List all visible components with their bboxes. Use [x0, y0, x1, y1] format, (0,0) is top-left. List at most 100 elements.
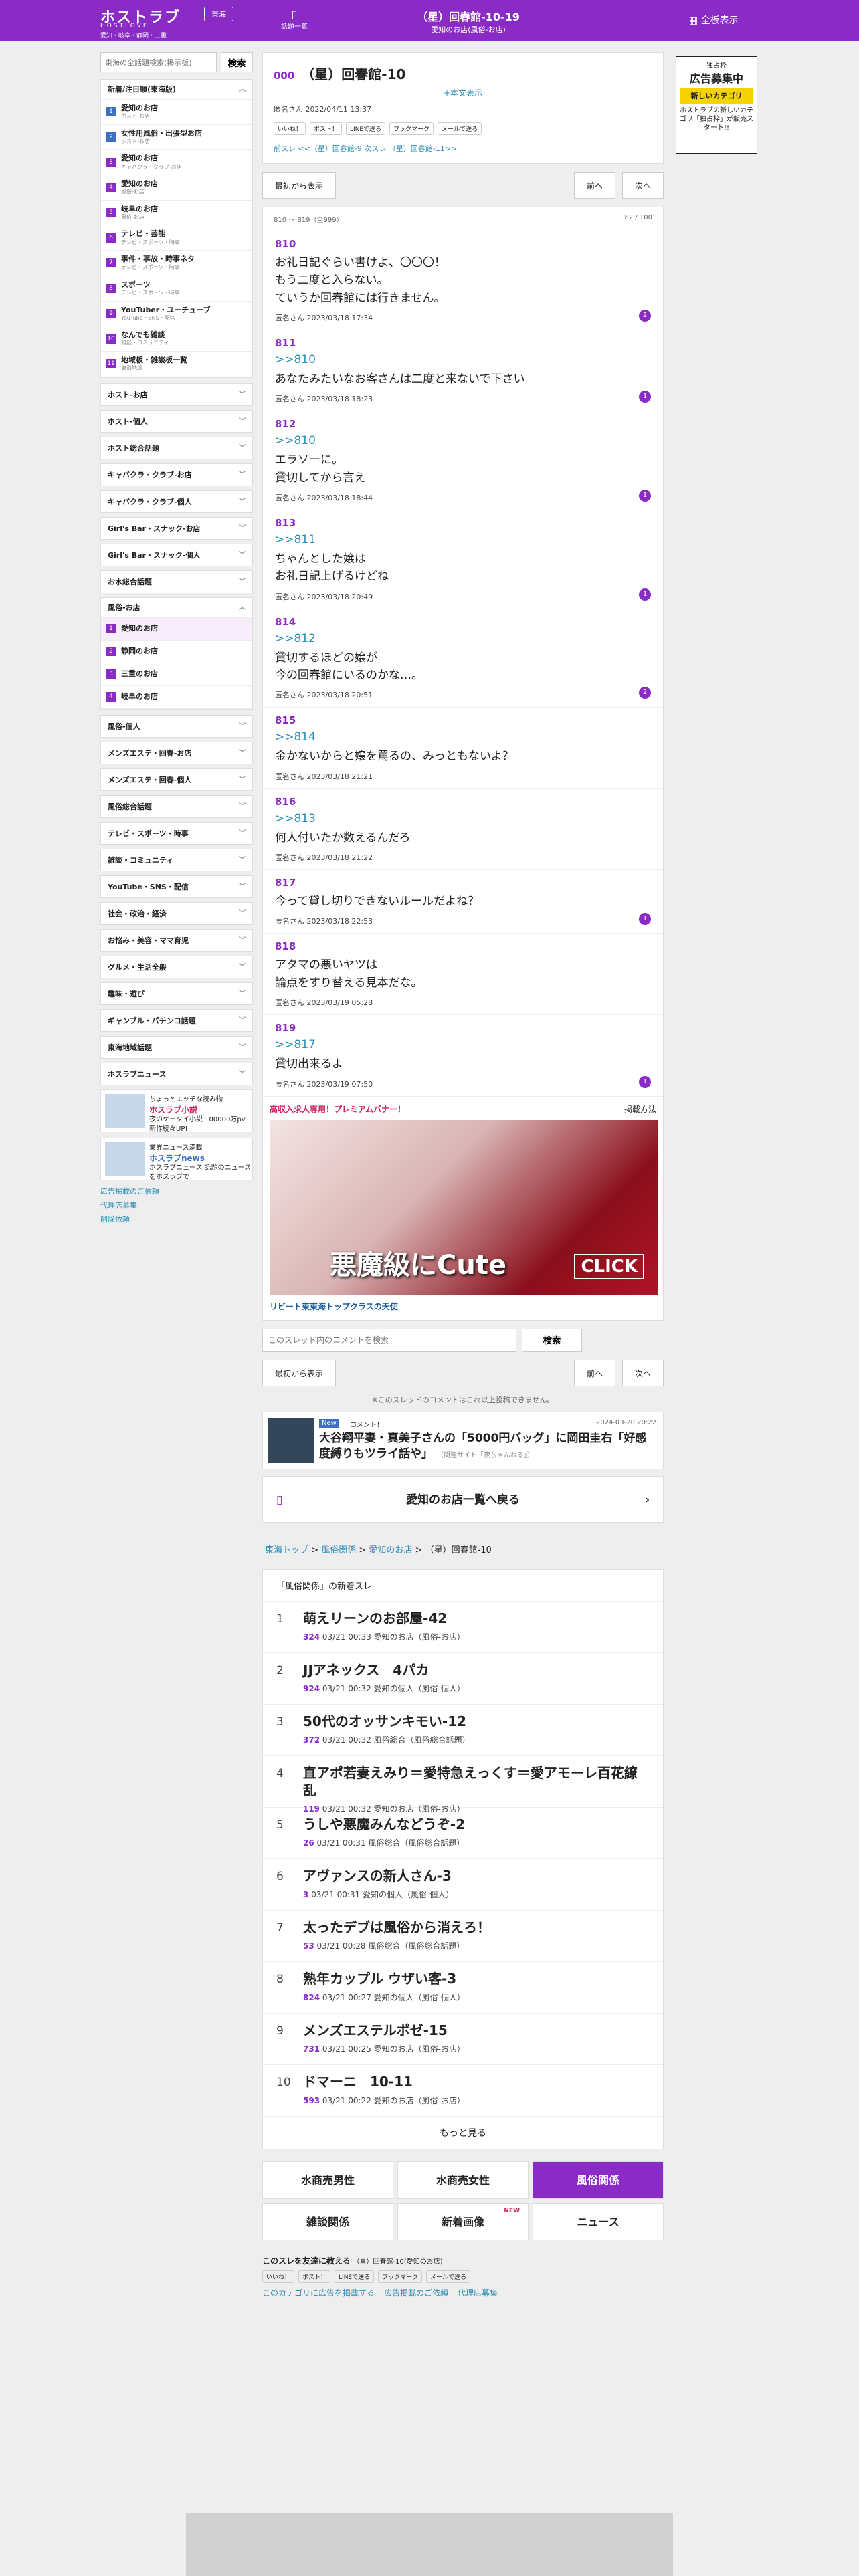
reply-count-badge[interactable]: 1: [639, 588, 651, 601]
share-button[interactable]: ブックマーク: [378, 2270, 423, 2283]
share-button[interactable]: ブックマーク: [389, 122, 434, 135]
premium-banner[interactable]: 高収入求人専用！プレミアムバナー！ 掲載方法 悪魔級にCute CLICK リビー…: [263, 1097, 663, 1320]
category-tab[interactable]: 水商売女性: [397, 2161, 529, 2199]
sidebar-item[interactable]: 1 愛知のお店: [101, 617, 252, 641]
breadcrumb-top[interactable]: 東海トップ: [265, 1545, 308, 1555]
share-button[interactable]: メールで送る: [426, 2270, 471, 2283]
sidebar-category[interactable]: ホスト総合話題 ﹀: [100, 436, 253, 459]
list-item[interactable]: 5 うしや悪魔みんなどうぞ-2 26 03/21 00:31 風俗総合（風俗総合話題…: [263, 1808, 663, 1859]
sidebar-link[interactable]: 削除依頼: [100, 1214, 253, 1224]
post-anchor[interactable]: >>814: [275, 730, 651, 744]
next-button-bottom[interactable]: 次へ: [622, 1359, 664, 1386]
sidebar-category[interactable]: キャバクラ・クラブ-お店 ﹀: [100, 463, 253, 486]
category-tab[interactable]: 水商売男性: [262, 2161, 393, 2199]
sidebar-category[interactable]: Girl's Bar・スナック-個人 ﹀: [100, 543, 253, 566]
prev-button[interactable]: 前へ: [573, 172, 615, 199]
post-number[interactable]: 814: [275, 616, 651, 628]
sidebar-category[interactable]: お水総合話題 ﹀: [100, 570, 253, 593]
list-item[interactable]: 3 50代のオッサンキモい-12 372 03/21 00:32 風俗総合（風俗総合…: [263, 1705, 663, 1756]
sidebar-item[interactable]: 9 YouTuber・ユーチューブ YouTube・SNS・配信: [101, 302, 252, 327]
trending-head[interactable]: 新着/注目順(東海版) ︿: [101, 80, 252, 100]
breadcrumb-cat[interactable]: 風俗関係: [321, 1545, 356, 1555]
sidebar-item[interactable]: 11 地域板・雑談板一覧 東海地域: [101, 352, 252, 377]
breadcrumb-board[interactable]: 愛知のお店: [369, 1545, 412, 1555]
sidebar-category[interactable]: テレビ・スポーツ・時事 ﹀: [100, 821, 253, 845]
sidebar-link[interactable]: 広告掲載のご依頼: [100, 1186, 253, 1196]
post-number[interactable]: 819: [275, 1022, 651, 1034]
premium-caption[interactable]: リビート東東海トップクラスの天使: [270, 1301, 656, 1312]
sidebar-item[interactable]: 4 愛知のお店 風俗-お店: [101, 175, 252, 201]
sidebar-category[interactable]: YouTube・SNS・配信 ﹀: [100, 875, 253, 898]
sidebar-category[interactable]: メンズエステ・回春-お店 ﹀: [100, 741, 253, 764]
fuzoku-head[interactable]: 風俗-お店 ︿: [101, 598, 252, 618]
post-anchor[interactable]: >>810: [275, 353, 651, 366]
list-item[interactable]: 2 JJアネックス 4パカ 924 03/21 00:32 愛知の個人（風俗-個人）: [263, 1653, 663, 1705]
back-to-list-button[interactable]: ▯ 愛知のお店一覧へ戻る ›: [262, 1475, 664, 1523]
sidebar-category[interactable]: 雑談・コミュニティ ﹀: [100, 848, 253, 871]
share-button[interactable]: ポスト！: [310, 122, 343, 135]
category-tab[interactable]: 風俗関係: [533, 2161, 664, 2199]
first-button-bottom[interactable]: 最初から表示: [262, 1359, 337, 1386]
sidebar-category[interactable]: 風俗総合話題 ﹀: [100, 794, 253, 818]
share-button[interactable]: いいね！: [274, 122, 306, 135]
list-item[interactable]: 7 太ったデブは風俗から消えろ！ 53 03/21 00:28 風俗総合（風俗総合話…: [263, 1911, 663, 1962]
post-number[interactable]: 810: [275, 238, 651, 250]
bottom-link[interactable]: このカテゴリに広告を掲載する: [262, 2288, 375, 2298]
prev-button-bottom[interactable]: 前へ: [573, 1359, 615, 1386]
sidebar-item[interactable]: 4 岐阜のお店: [101, 686, 252, 709]
share-button[interactable]: LINEで送る: [335, 2270, 375, 2283]
news-item[interactable]: New コメント！ 2024-03-20 20:22 大谷翔平妻・真美子さんの「…: [262, 1411, 664, 1469]
howto-link[interactable]: 掲載方法: [624, 1103, 656, 1115]
comment-search-input[interactable]: [262, 1328, 516, 1352]
bottom-link[interactable]: 広告掲載のご依頼: [384, 2288, 448, 2298]
sidebar-category[interactable]: 風俗-個人 ﹀: [100, 714, 253, 738]
share-button[interactable]: LINEで送る: [346, 122, 386, 135]
next-button[interactable]: 次へ: [622, 172, 664, 199]
sidebar-category[interactable]: グルメ・生活全般 ﹀: [100, 955, 253, 978]
premium-image[interactable]: 悪魔級にCute CLICK: [270, 1119, 658, 1295]
list-item[interactable]: 1 萌えリーンのお部屋-42 324 03/21 00:33 愛知のお店（風俗-お店…: [263, 1602, 663, 1653]
post-number[interactable]: 818: [275, 940, 651, 952]
reply-count-badge[interactable]: 1: [639, 490, 651, 502]
reply-count-badge[interactable]: 2: [639, 310, 651, 322]
sidebar-item[interactable]: 7 事件・事故・時事ネタ テレビ・スポーツ・時事: [101, 251, 252, 276]
sidebar-category[interactable]: 東海地域話題 ﹀: [100, 1035, 253, 1059]
post-number[interactable]: 811: [275, 337, 651, 349]
sidebar-item[interactable]: 1 愛知のお店 ホスト-お店: [101, 100, 252, 125]
first-button[interactable]: 最初から表示: [262, 172, 337, 199]
category-tab[interactable]: 新着画像 NEW: [397, 2202, 529, 2240]
sidebar-item[interactable]: 5 岐阜のお店 風俗-お店: [101, 201, 252, 226]
list-item[interactable]: 9 メンズエステルポゼ-15 731 03/21 00:25 愛知のお店（風俗-お店…: [263, 2014, 663, 2065]
sidebar-category[interactable]: ホスト-個人 ﹀: [100, 409, 253, 433]
all-boards-button[interactable]: ▦ 全板表示: [689, 13, 739, 27]
post-number[interactable]: 816: [275, 796, 651, 808]
region-button[interactable]: 東海: [204, 7, 233, 21]
sidebar-category[interactable]: ホスト-お店 ﹀: [100, 383, 253, 406]
news-banner[interactable]: 業界ニュース満載 ホスラブnews ホスラブニュース 話題のニュースをホスラブで: [100, 1137, 253, 1181]
sidebar-category[interactable]: お悩み・美容・ママ育児 ﹀: [100, 928, 253, 952]
thread-list-button[interactable]: ▯ 話題一覧: [274, 8, 314, 31]
sidebar-item[interactable]: 10 なんでも雑談 雑談・コミュニティ: [101, 326, 252, 352]
post-number[interactable]: 815: [275, 714, 651, 726]
post-anchor[interactable]: >>817: [275, 1038, 651, 1051]
global-search-button[interactable]: 検索: [221, 52, 253, 72]
post-number[interactable]: 813: [275, 517, 651, 529]
ad-right[interactable]: 独占枠 広告募集中 新しいカテゴリ ホストラブの新しいカテゴリ「独占枠」が販売ス…: [676, 56, 757, 154]
prev-next-thread[interactable]: 前スレ <<（星）回春館-9 次スレ （星）回春館-11>>: [263, 138, 663, 163]
share-button[interactable]: メールで送る: [438, 122, 482, 135]
share-button[interactable]: ポスト！: [298, 2270, 331, 2283]
category-tab[interactable]: ニュース: [533, 2202, 664, 2240]
sidebar-category[interactable]: 趣味・遊び ﹀: [100, 982, 253, 1005]
sidebar-category[interactable]: 社会・政治・経済 ﹀: [100, 901, 253, 925]
sidebar-item[interactable]: 8 スポーツ テレビ・スポーツ・時事: [101, 276, 252, 302]
reply-count-badge[interactable]: 1: [639, 1075, 651, 1088]
sidebar-item[interactable]: 6 テレビ・芸能 テレビ・スポーツ・時事: [101, 225, 252, 251]
share-button[interactable]: いいね！: [262, 2270, 295, 2283]
list-item[interactable]: 8 熟年カップル ウザい客-3 824 03/21 00:27 愛知の個人（風俗-個…: [263, 1962, 663, 2014]
sidebar-category[interactable]: ホスラブニュース ﹀: [100, 1062, 253, 1085]
category-tab[interactable]: 雑談関係: [262, 2202, 393, 2240]
show-body-link[interactable]: +本文表示: [263, 87, 663, 98]
list-item[interactable]: 6 アヴァンスの新人さん-3 3 03/21 00:31 愛知の個人（風俗-個人）: [263, 1859, 663, 1911]
comment-search-button[interactable]: 検索: [522, 1328, 582, 1352]
bottom-link[interactable]: 代理店募集: [458, 2288, 498, 2298]
